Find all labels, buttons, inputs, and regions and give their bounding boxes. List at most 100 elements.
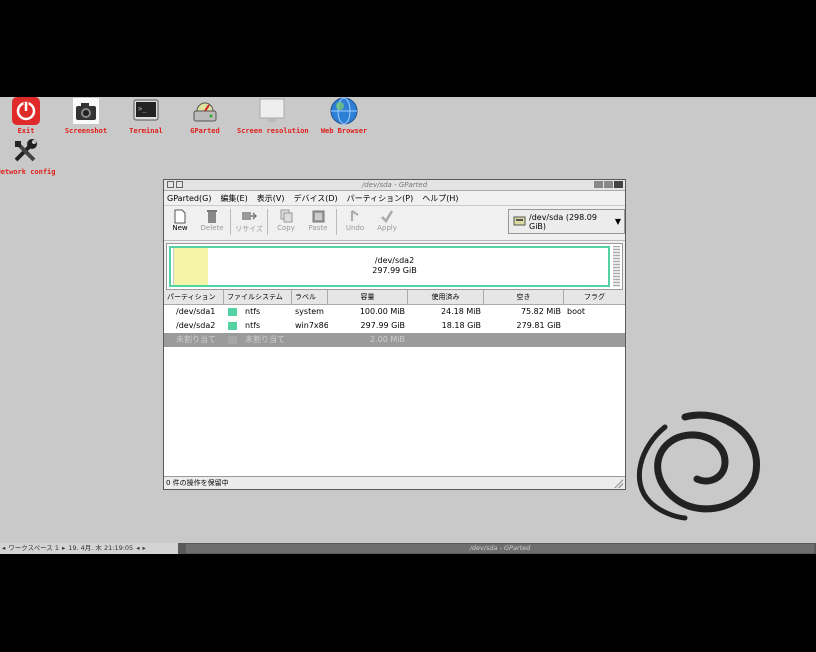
toolbar-separator [336, 209, 337, 235]
web-browser-desktop-icon[interactable]: Web Browser [309, 97, 379, 135]
svg-text:>_: >_ [138, 105, 147, 113]
free-cell [484, 333, 564, 347]
taskbar: ◂ ワークスペース 1 ▸ 19. 4月. 木 21:19:05 ◂ ▸ /de… [0, 543, 816, 554]
resize-grip[interactable] [614, 479, 623, 488]
toolbar: New Delete リサイズ Copy Paste Undo Apply /d… [164, 206, 625, 241]
monitor-icon [258, 97, 286, 125]
col-size[interactable]: 容量 [328, 290, 408, 304]
partition-graph-grip [613, 246, 620, 287]
copy-button[interactable]: Copy [270, 208, 302, 232]
taskbar-item-gparted[interactable]: /dev/sda - GParted [186, 544, 814, 553]
checkmark-icon [371, 208, 403, 224]
window-controls [594, 181, 623, 188]
close-button[interactable] [614, 181, 623, 188]
filesystem-cell: 未割り当て [224, 333, 292, 347]
workspace-name[interactable]: ワークスペース 1 [8, 543, 59, 554]
undo-icon [339, 208, 371, 224]
copy-icon [270, 208, 302, 224]
partition-cell: 未割り当て [176, 335, 216, 344]
col-used[interactable]: 使用済み [408, 290, 484, 304]
partition-graph-name: /dev/sda2 [374, 256, 415, 265]
menu-view[interactable]: 表示(V) [257, 193, 285, 204]
size-cell: 100.00 MiB [359, 307, 405, 316]
filesystem-color-swatch [228, 307, 237, 316]
filesystem-text: 未割り当て [245, 335, 285, 344]
col-label[interactable]: ラベル [292, 290, 328, 304]
maximize-button[interactable] [604, 181, 613, 188]
table-row[interactable]: /dev/sda1 ntfs system 100.00 MiB 24.18 MiB 75… [164, 305, 625, 319]
arrow-left-icon[interactable]: ◂ [2, 543, 5, 554]
workspace-switcher: ◂ ワークスペース 1 ▸ 19. 4月. 木 21:19:05 ◂ ▸ [0, 543, 178, 554]
col-free[interactable]: 空き [484, 290, 564, 304]
label-cell: win7x86 [295, 321, 328, 330]
menu-help[interactable]: ヘルプ(H) [422, 193, 458, 204]
resize-icon [233, 208, 265, 224]
apply-label: Apply [377, 224, 397, 232]
minimize-button[interactable] [594, 181, 603, 188]
new-label: New [172, 224, 188, 232]
window-title: /dev/sda - GParted [361, 181, 428, 189]
used-cell: 24.18 MiB [440, 307, 481, 316]
new-button[interactable]: New [164, 208, 196, 232]
menu-device[interactable]: デバイス(D) [293, 193, 337, 204]
window-titlebar[interactable]: /dev/sda - GParted [164, 180, 625, 191]
used-cell: 18.18 GiB [441, 321, 481, 330]
flags-cell [564, 333, 625, 347]
undo-label: Undo [345, 224, 365, 232]
free-cell: 75.82 MiB [520, 307, 561, 316]
used-cell [408, 333, 484, 347]
label-cell: system [295, 307, 324, 316]
arrow-right-icon[interactable]: ▸ [142, 543, 145, 554]
clock: 19. 4月. 木 21:19:05 [68, 544, 134, 552]
toolbar-separator [267, 209, 268, 235]
copy-label: Copy [277, 224, 295, 232]
web-browser-label: Web Browser [320, 127, 368, 135]
menu-gparted[interactable]: GParted(G) [167, 194, 211, 203]
apply-button[interactable]: Apply [371, 208, 403, 232]
gparted-label: GParted [190, 127, 220, 135]
harddisk-icon [513, 215, 526, 229]
menu-edit[interactable]: 編集(E) [220, 193, 247, 204]
partition-graph-size: 297.99 GiB [372, 266, 417, 275]
status-text: 0 件の操作を保留中 [166, 479, 229, 487]
table-body: /dev/sda1 ntfs system 100.00 MiB 24.18 MiB 75… [164, 305, 625, 347]
table-row[interactable]: /dev/sda2 ntfs win7x86 297.99 GiB 18.18 GiB 2… [164, 319, 625, 333]
camera-icon [72, 97, 100, 125]
arrow-left-icon[interactable]: ◂ [136, 543, 139, 554]
globe-icon [330, 97, 358, 125]
device-selector[interactable]: /dev/sda (298.09 GiB) ▼ [508, 209, 625, 234]
delete-button[interactable]: Delete [196, 208, 228, 232]
gparted-desktop-icon[interactable]: GParted [170, 97, 240, 135]
menu-partition[interactable]: パーティション(P) [347, 193, 414, 204]
filesystem-color-swatch [228, 335, 237, 344]
filesystem-cell: ntfs [224, 319, 292, 333]
label-cell [292, 333, 328, 347]
undo-button[interactable]: Undo [339, 208, 371, 232]
screen-resolution-desktop-icon[interactable]: Screen resolution [237, 97, 309, 135]
col-flags[interactable]: フラグ [564, 290, 625, 304]
size-cell: 2.00 MiB [370, 335, 405, 344]
table-row[interactable]: 未割り当て 未割り当て 2.00 MiB [164, 333, 625, 347]
flags-cell: boot [567, 307, 586, 316]
statusbar: 0 件の操作を保留中 [164, 476, 625, 489]
tools-icon [12, 138, 40, 166]
delete-label: Delete [200, 224, 224, 232]
free-cell: 279.81 GiB [516, 321, 561, 330]
arrow-right-icon[interactable]: ▸ [62, 543, 65, 554]
filesystem-text: ntfs [245, 321, 261, 330]
col-partition[interactable]: パーティション [164, 290, 224, 304]
trash-icon [196, 208, 228, 224]
paste-button[interactable]: Paste [302, 208, 334, 232]
flags-cell [564, 319, 625, 333]
partition-graph-label: /dev/sda2 297.99 GiB [167, 256, 622, 276]
col-filesystem[interactable]: ファイルシステム [224, 290, 292, 304]
debian-logo [636, 411, 760, 521]
partition-cell: /dev/sda2 [176, 321, 216, 330]
table-header: パーティション ファイルシステム ラベル 容量 使用済み 空き フラグ [164, 290, 625, 305]
partition-table: パーティション ファイルシステム ラベル 容量 使用済み 空き フラグ /dev… [164, 290, 625, 477]
screen-resolution-label: Screen resolution [237, 127, 309, 135]
resize-label: リサイズ [235, 225, 263, 233]
partition-graph[interactable]: /dev/sda2 297.99 GiB [166, 243, 623, 290]
network-config-desktop-icon[interactable]: Network config [0, 138, 61, 176]
resize-button[interactable]: リサイズ [233, 208, 265, 234]
